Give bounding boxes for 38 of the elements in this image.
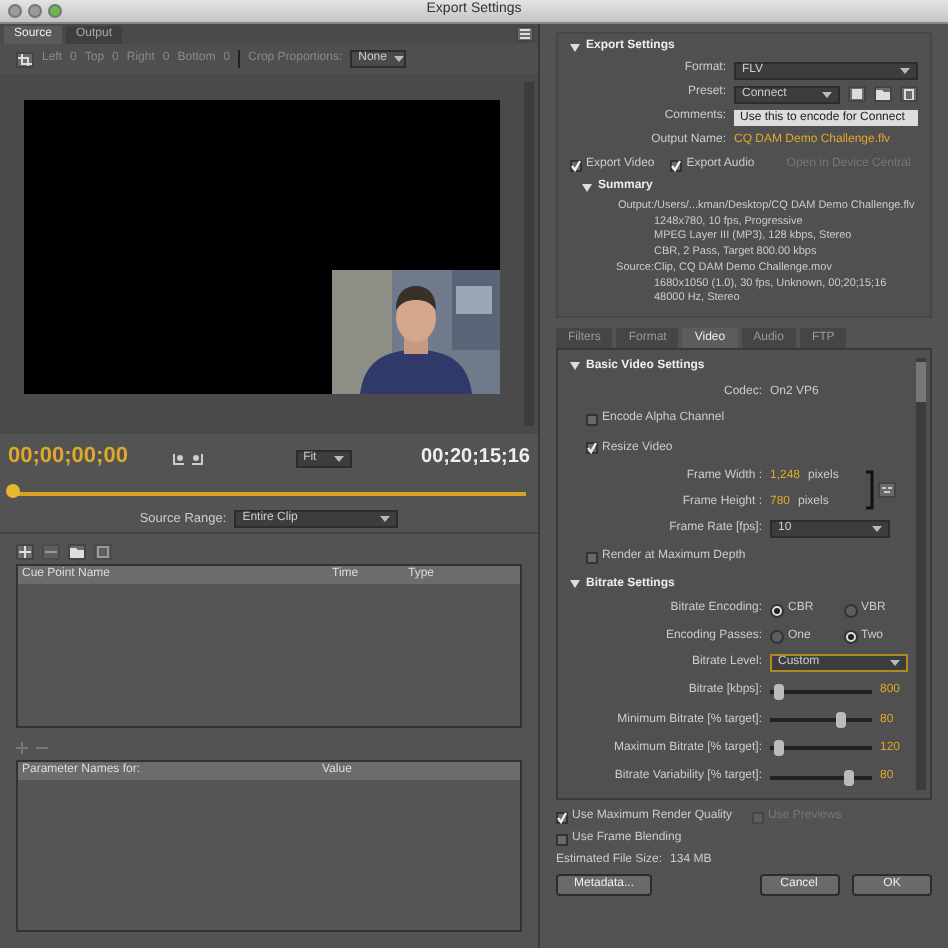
checkbox[interactable] bbox=[586, 442, 598, 455]
set-in-point-icon[interactable] bbox=[171, 451, 186, 465]
duration-timecode: 00;20;15;16 bbox=[421, 446, 530, 470]
slider-thumb[interactable] bbox=[836, 712, 847, 729]
checkbox[interactable] bbox=[670, 160, 683, 172]
radio-button[interactable] bbox=[843, 603, 857, 618]
disclosure-icon[interactable] bbox=[582, 184, 592, 192]
zoom-button[interactable] bbox=[48, 4, 62, 18]
playhead[interactable] bbox=[6, 484, 20, 498]
radio-button[interactable] bbox=[770, 629, 784, 644]
checkbox[interactable] bbox=[586, 551, 598, 564]
caret-icon bbox=[394, 56, 405, 62]
add-icon bbox=[16, 742, 28, 754]
checkbox[interactable] bbox=[556, 833, 568, 845]
caret-icon bbox=[872, 526, 882, 533]
checkbox[interactable] bbox=[586, 414, 598, 427]
slider-thumb[interactable] bbox=[773, 740, 784, 757]
close-button[interactable] bbox=[8, 4, 22, 18]
minimize-button[interactable] bbox=[28, 4, 42, 18]
caret-icon bbox=[822, 91, 832, 97]
scroll-bar[interactable] bbox=[916, 357, 926, 789]
checkbox[interactable] bbox=[570, 160, 582, 172]
radio-button[interactable] bbox=[843, 629, 857, 644]
disclosure-icon[interactable] bbox=[570, 580, 580, 589]
bracket-icon bbox=[866, 469, 875, 510]
slider-thumb[interactable] bbox=[773, 683, 784, 700]
caret-icon bbox=[380, 516, 391, 522]
caret-icon bbox=[890, 660, 900, 667]
set-out-point-icon[interactable] bbox=[189, 451, 204, 465]
caret-icon bbox=[333, 455, 344, 461]
caret-icon bbox=[900, 67, 910, 73]
disclosure-icon[interactable] bbox=[570, 44, 580, 52]
checkbox[interactable] bbox=[556, 811, 568, 823]
slider-thumb[interactable] bbox=[843, 769, 854, 786]
current-timecode[interactable]: 00;00;00;00 bbox=[8, 444, 128, 472]
disclosure-icon[interactable] bbox=[570, 362, 580, 371]
remove-icon bbox=[36, 742, 48, 754]
radio-button[interactable] bbox=[770, 603, 784, 618]
